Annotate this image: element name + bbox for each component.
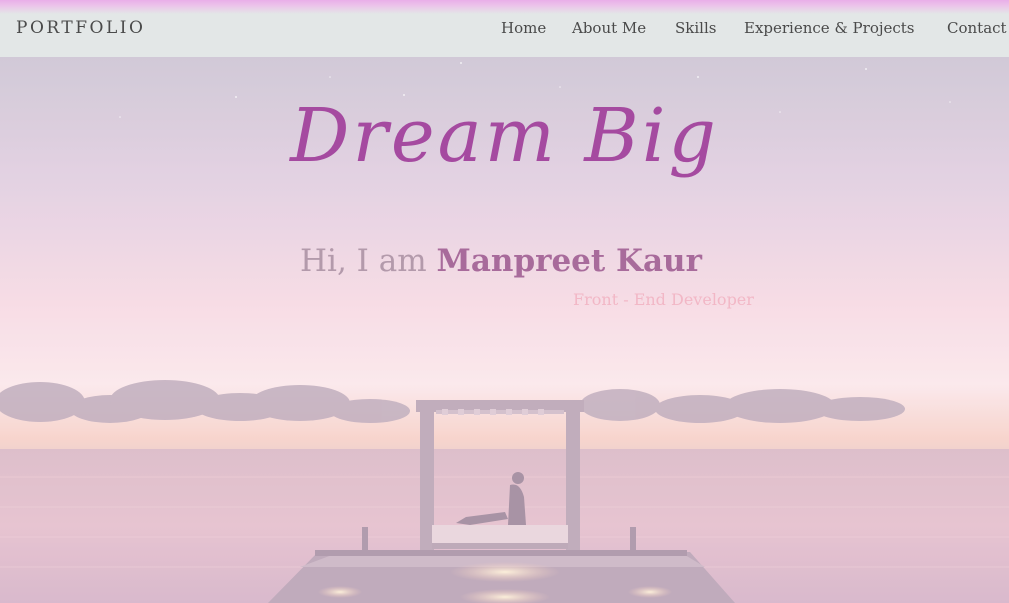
hero-section: Dream Big Hi, I am Manpreet Kaur Front -… bbox=[0, 57, 1009, 603]
nav-about-link[interactable]: About Me bbox=[572, 19, 646, 37]
nav-skills-link[interactable]: Skills bbox=[675, 19, 716, 37]
hero-headline: Dream Big bbox=[290, 93, 719, 179]
nav-contact-link[interactable]: Contact bbox=[947, 19, 1007, 37]
greeting-prefix: Hi, I am bbox=[300, 243, 437, 279]
navbar: PORTFOLIO Home About Me Skills Experienc… bbox=[0, 0, 1009, 57]
nav-experience-link[interactable]: Experience & Projects bbox=[744, 19, 915, 37]
nav-home-link[interactable]: Home bbox=[501, 19, 546, 37]
hero-name: Manpreet Kaur bbox=[436, 243, 702, 279]
hero-greeting: Hi, I am Manpreet Kaur bbox=[300, 243, 702, 279]
brand-logo[interactable]: PORTFOLIO bbox=[16, 18, 145, 38]
hero-role-subtitle: Front - End Developer bbox=[573, 290, 754, 309]
